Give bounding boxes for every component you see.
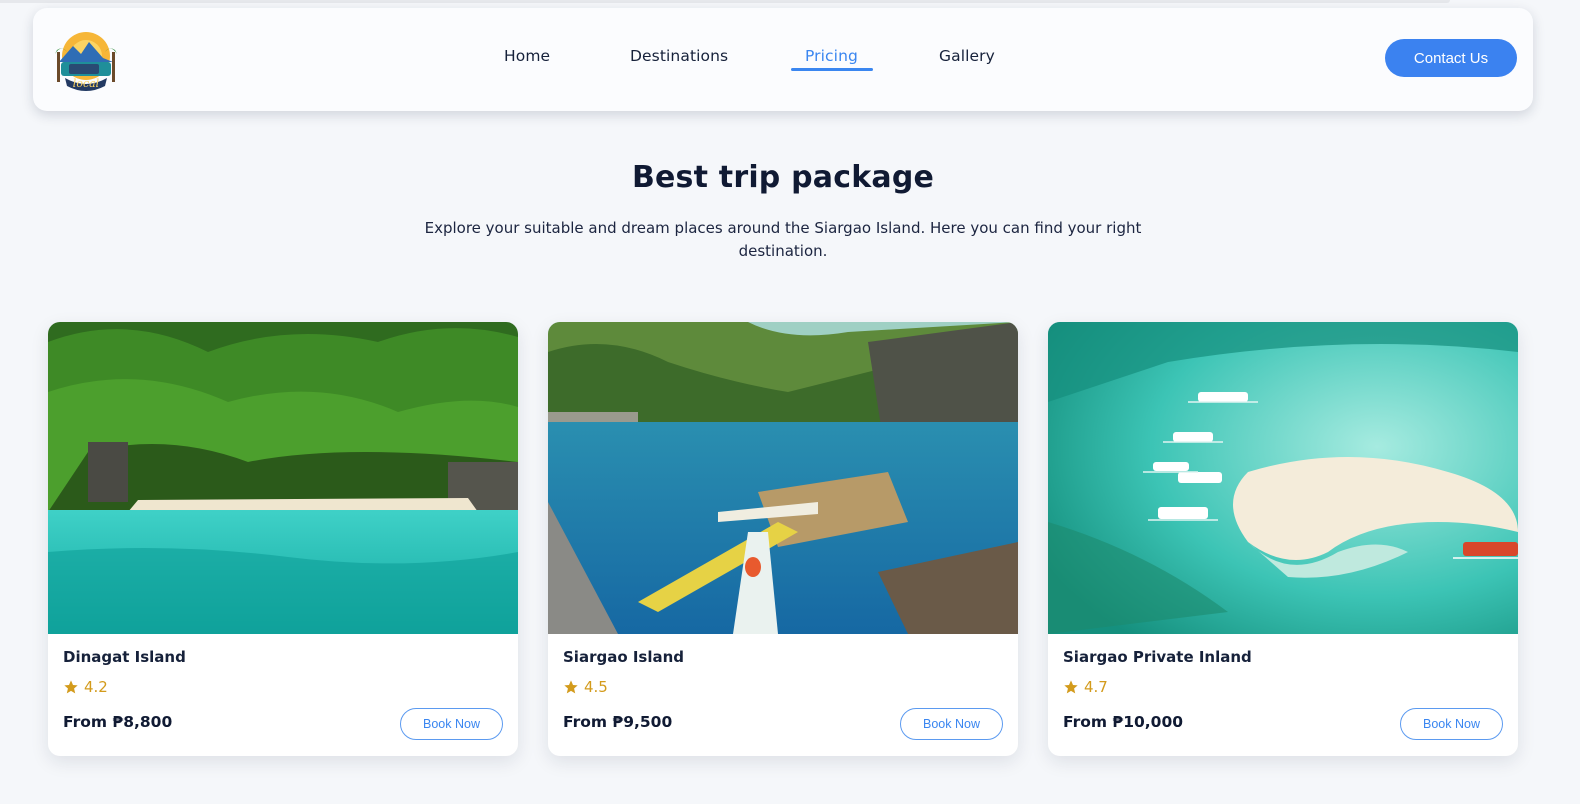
navbar: local Home Destinations Pricing Gallery … bbox=[33, 8, 1533, 111]
nav-home[interactable]: Home bbox=[504, 47, 550, 65]
top-scroll-bar bbox=[0, 0, 1450, 3]
nav-pricing[interactable]: Pricing bbox=[805, 47, 858, 65]
star-icon bbox=[564, 680, 578, 694]
page-subtitle: Explore your suitable and dream places a… bbox=[424, 219, 1142, 260]
brand-logo[interactable]: local bbox=[51, 24, 121, 94]
book-now-button[interactable]: Book Now bbox=[900, 708, 1003, 740]
package-rating: 4.5 bbox=[563, 678, 608, 696]
package-image-siargao bbox=[548, 322, 1018, 634]
package-price: From ₱10,000 bbox=[1063, 713, 1184, 731]
package-name: Siargao Island bbox=[563, 648, 685, 666]
package-rating: 4.7 bbox=[1063, 678, 1108, 696]
package-name: Siargao Private Inland bbox=[1063, 648, 1252, 666]
active-nav-indicator bbox=[791, 68, 873, 71]
package-image-private-island bbox=[1048, 322, 1518, 634]
rating-value: 4.2 bbox=[84, 678, 108, 696]
book-now-button[interactable]: Book Now bbox=[1400, 708, 1503, 740]
star-icon bbox=[1064, 680, 1078, 694]
package-card[interactable]: Siargao Island 4.5 From ₱9,500 Book Now bbox=[548, 322, 1018, 756]
package-card[interactable]: Siargao Private Inland 4.7 From ₱10,000 … bbox=[1048, 322, 1518, 756]
rating-value: 4.5 bbox=[584, 678, 608, 696]
rating-value: 4.7 bbox=[1084, 678, 1108, 696]
package-card[interactable]: Dinagat Island 4.2 From ₱8,800 Book Now bbox=[48, 322, 518, 756]
package-price: From ₱8,800 bbox=[63, 713, 173, 731]
book-now-button[interactable]: Book Now bbox=[400, 708, 503, 740]
contact-us-button[interactable]: Contact Us bbox=[1385, 39, 1517, 77]
package-rating: 4.2 bbox=[63, 678, 108, 696]
package-image-dinagat bbox=[48, 322, 518, 634]
page-title: Best trip package bbox=[631, 160, 935, 195]
package-name: Dinagat Island bbox=[63, 648, 186, 666]
nav-gallery[interactable]: Gallery bbox=[939, 47, 995, 65]
package-price: From ₱9,500 bbox=[563, 713, 673, 731]
nav-destinations[interactable]: Destinations bbox=[630, 47, 728, 65]
logo-icon: local bbox=[55, 32, 117, 91]
svg-text:local: local bbox=[73, 77, 100, 90]
star-icon bbox=[64, 680, 78, 694]
